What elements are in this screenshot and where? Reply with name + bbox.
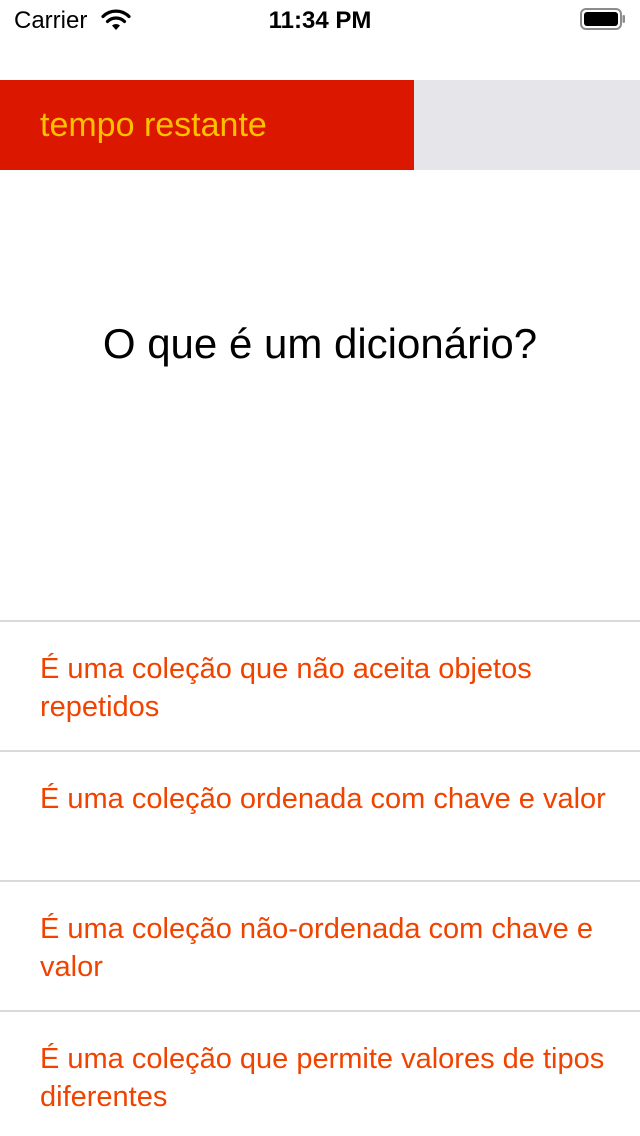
answer-list: É uma coleção que não aceita objetos rep… [0,620,640,1136]
time-remaining-label: tempo restante [40,106,267,144]
answer-option[interactable]: É uma coleção ordenada com chave e valor [0,750,640,880]
quiz-screen: Carrier 11:34 PM tempo restante O que é … [0,0,640,1136]
question-text: O que é um dicionário? [102,320,538,367]
time-remaining-bar: tempo restante [0,80,640,170]
answer-option[interactable]: É uma coleção que não aceita objetos rep… [0,620,640,750]
answer-option[interactable]: É uma coleção que permite valores de tip… [0,1010,640,1136]
answer-option[interactable]: É uma coleção não-ordenada com chave e v… [0,880,640,1010]
answer-option-label: É uma coleção ordenada com chave e valor [40,783,606,815]
battery-icon [580,8,625,30]
clock-label: 11:34 PM [268,7,372,34]
answer-option-label: É uma coleção não-ordenada com chave e v… [40,913,593,983]
status-bar: Carrier 11:34 PM [0,0,640,40]
answer-option-label: É uma coleção que não aceita objetos rep… [40,653,532,723]
answer-option-label: É uma coleção que permite valores de tip… [40,1043,605,1113]
